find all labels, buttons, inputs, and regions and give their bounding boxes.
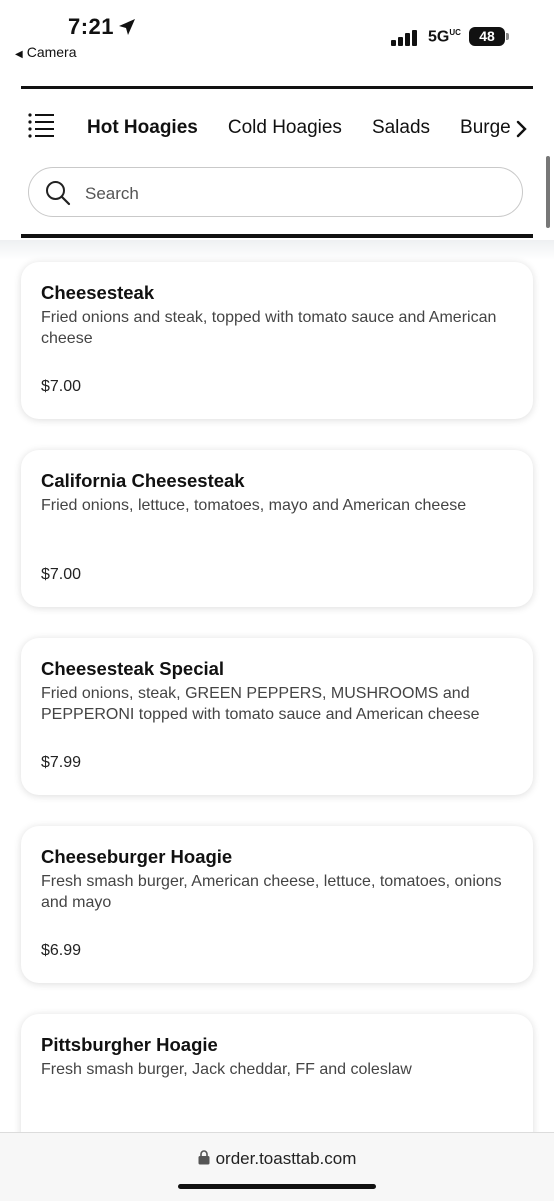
menu-item-card[interactable]: Cheeseburger Hoagie Fresh smash burger, … xyxy=(21,826,533,983)
tab-hot-hoagies[interactable]: Hot Hoagies xyxy=(72,106,213,150)
item-description: Fried onions, lettuce, tomatoes, mayo an… xyxy=(41,497,467,514)
search-icon xyxy=(45,180,71,211)
chevron-right-icon[interactable] xyxy=(512,116,532,142)
home-indicator[interactable] xyxy=(178,1184,376,1189)
back-to-app-link[interactable]: ◀ Camera xyxy=(15,44,77,60)
menu-item-card[interactable]: California Cheesesteak Fried onions, let… xyxy=(21,450,533,607)
battery-level: 48 xyxy=(479,28,495,44)
item-description: Fresh smash burger, Jack cheddar, FF and… xyxy=(41,1061,412,1078)
status-time: 7:21 xyxy=(68,14,115,39)
location-arrow-icon xyxy=(118,18,136,41)
url-text: order.toasttab.com xyxy=(215,1149,357,1168)
search-bar[interactable] xyxy=(28,167,523,217)
browser-address-bar[interactable]: order.toasttab.com xyxy=(0,1132,554,1201)
network-type: 5GUC xyxy=(428,28,461,46)
item-price: $6.99 xyxy=(41,942,82,959)
back-app-label: Camera xyxy=(26,44,77,60)
header-bottom-rule xyxy=(21,234,533,238)
category-tabs: Hot HoagiesCold HoagiesSaladsBurgers xyxy=(72,106,514,150)
battery-icon: 48 xyxy=(469,27,509,46)
url-display[interactable]: order.toasttab.com xyxy=(0,1149,554,1170)
back-triangle-icon: ◀ xyxy=(15,49,23,60)
item-price: $7.00 xyxy=(41,378,82,395)
item-name: Cheesesteak xyxy=(41,282,155,303)
item-description: Fried onions, steak, GREEN PEPPERS, MUSH… xyxy=(41,685,480,723)
item-description: Fresh smash burger, American cheese, let… xyxy=(41,873,502,911)
tab-cold-hoagies[interactable]: Cold Hoagies xyxy=(213,106,357,150)
item-price: $7.00 xyxy=(41,566,82,583)
tab-burgers[interactable]: Burgers xyxy=(445,106,514,150)
menu-item-card[interactable]: Cheesesteak Special Fried onions, steak,… xyxy=(21,638,533,795)
search-input[interactable] xyxy=(83,180,507,208)
item-name: Cheeseburger Hoagie xyxy=(41,846,233,867)
network-suffix: UC xyxy=(449,28,461,37)
item-name: Pittsburgher Hoagie xyxy=(41,1034,218,1055)
scroll-indicator[interactable] xyxy=(546,156,550,228)
lock-icon xyxy=(198,1150,210,1170)
network-label: 5G xyxy=(428,28,450,46)
tab-salads[interactable]: Salads xyxy=(357,106,445,150)
status-bar: 7:21 ◀ Camera 5GUC 48 xyxy=(0,0,554,70)
list-menu-icon[interactable] xyxy=(28,112,56,138)
menu-item-card[interactable]: Cheesesteak Fried onions and steak, topp… xyxy=(21,262,533,419)
signal-icon xyxy=(391,30,419,46)
item-name: Cheesesteak Special xyxy=(41,658,225,679)
header-shadow xyxy=(0,240,554,260)
item-description: Fried onions and steak, topped with toma… xyxy=(41,309,497,347)
item-price: $7.99 xyxy=(41,754,82,771)
item-name: California Cheesesteak xyxy=(41,470,245,491)
header-top-rule xyxy=(21,86,533,89)
